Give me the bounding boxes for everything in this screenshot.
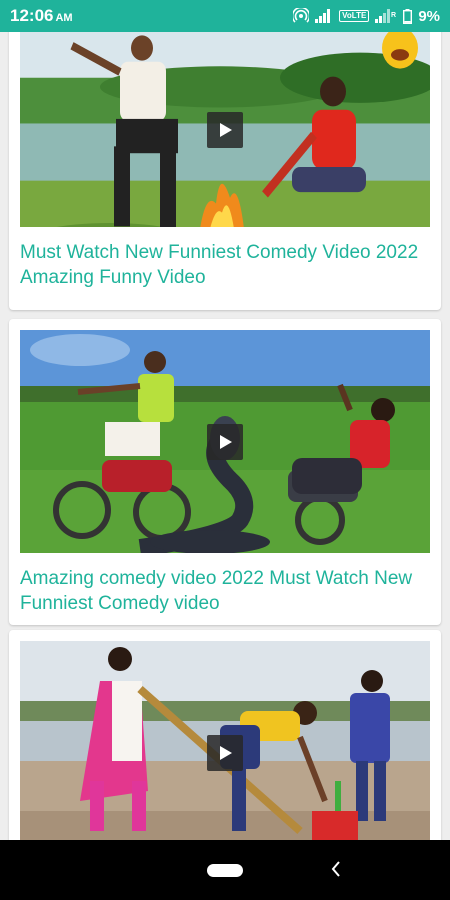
home-icon[interactable]	[207, 864, 243, 877]
play-button[interactable]	[207, 424, 243, 460]
video-title[interactable]: Must Watch New Funniest Comedy Video 202…	[20, 240, 430, 290]
battery-icon	[403, 8, 413, 24]
status-bar: 12:06 AM VoLTE R 9%	[0, 0, 450, 32]
play-button[interactable]	[207, 735, 243, 771]
video-feed[interactable]: Must Watch New Funniest Comedy Video 202…	[0, 32, 450, 840]
status-icons: VoLTE R 9%	[293, 8, 440, 25]
video-card[interactable]: Amazing comedy video 2022 Must Watch New…	[9, 319, 441, 625]
play-icon	[220, 435, 232, 449]
signal-icon	[315, 9, 331, 23]
svg-text:R: R	[391, 12, 396, 19]
clock-ampm: AM	[55, 12, 73, 24]
video-thumbnail[interactable]	[20, 330, 430, 553]
navigation-bar	[0, 840, 450, 900]
play-icon	[220, 123, 232, 137]
play-button[interactable]	[207, 112, 243, 148]
status-time: 12:06 AM	[10, 6, 73, 26]
video-thumbnail[interactable]	[20, 641, 430, 840]
back-icon[interactable]	[330, 860, 342, 884]
video-title[interactable]: Amazing comedy video 2022 Must Watch New…	[20, 566, 430, 616]
play-icon	[220, 746, 232, 760]
battery-percent: 9%	[418, 7, 440, 25]
signal-secondary-icon: R	[375, 9, 396, 23]
hotspot-icon	[293, 8, 310, 23]
video-thumbnail[interactable]	[20, 32, 430, 227]
video-card[interactable]	[9, 630, 441, 840]
clock-time: 12:06	[10, 6, 54, 25]
volte-badge: VoLTE	[339, 10, 370, 22]
video-card[interactable]: Must Watch New Funniest Comedy Video 202…	[9, 32, 441, 310]
